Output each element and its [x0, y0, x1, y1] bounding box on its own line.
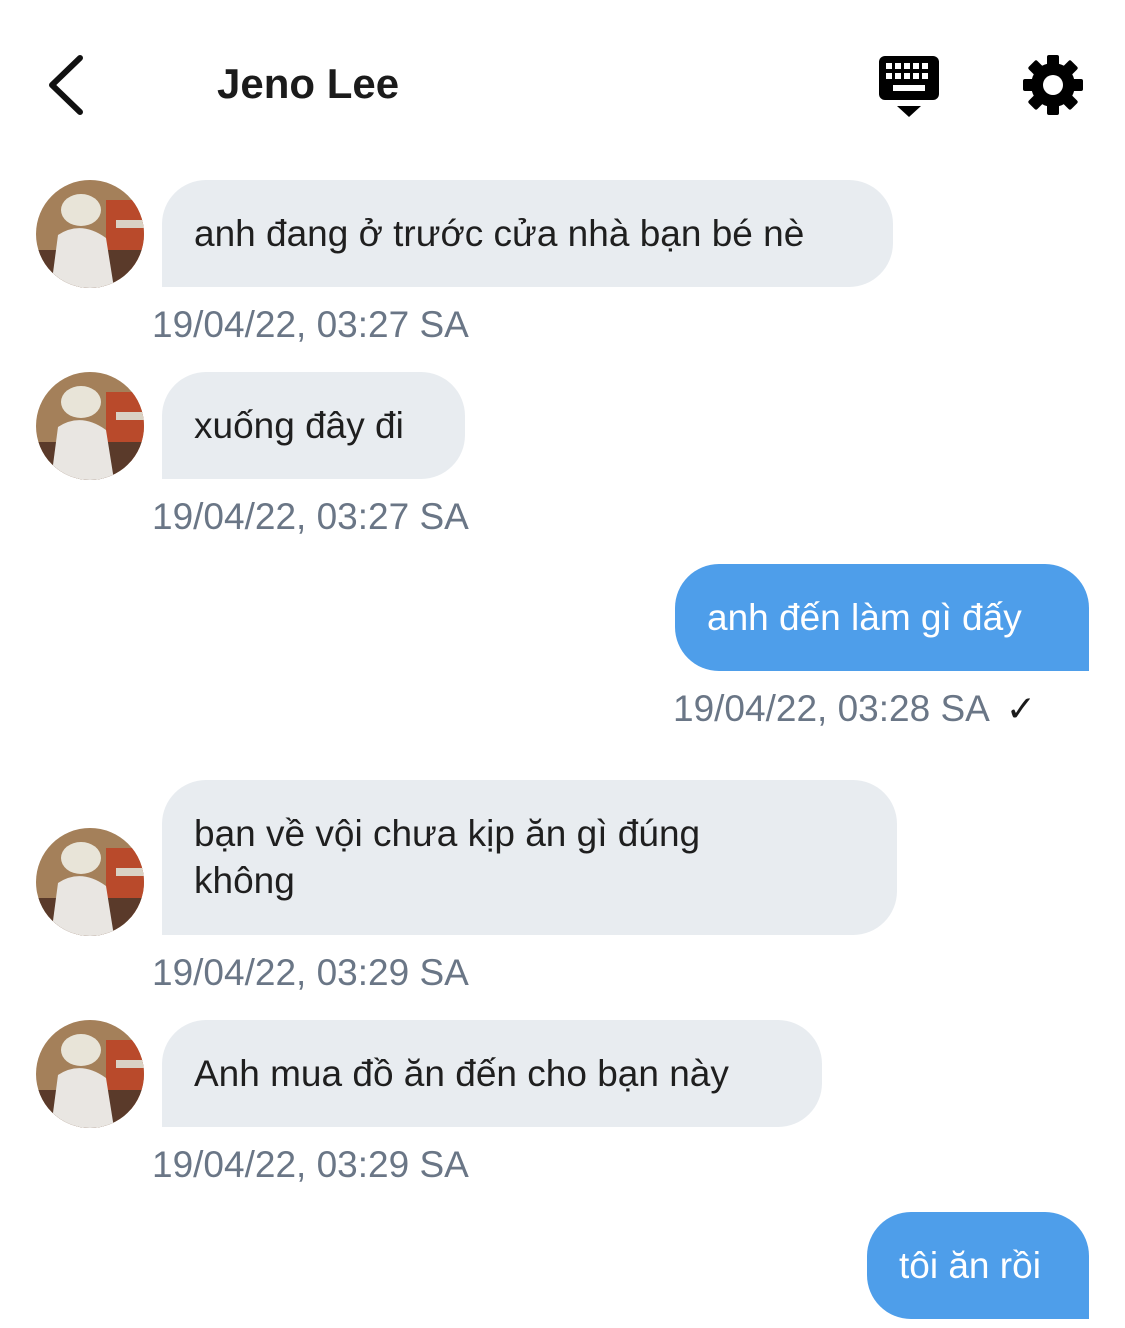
- message-timestamp: 19/04/22, 03:28 SA: [673, 688, 990, 729]
- message-timestamp: 19/04/22, 03:29 SA: [152, 952, 469, 993]
- message-timestamp: 19/04/22, 03:27 SA: [152, 496, 469, 537]
- chevron-left-icon: [49, 55, 83, 115]
- message-text: Anh mua đồ ăn đến cho bạn này: [194, 1053, 729, 1094]
- chat-screen: Jeno Lee anh đang ở trước cửa nhà bạn bé…: [0, 0, 1125, 1328]
- avatar[interactable]: [36, 372, 144, 480]
- avatar[interactable]: [36, 1020, 144, 1128]
- message-bubble-outgoing[interactable]: anh đến làm gì đấy: [675, 564, 1089, 671]
- settings-button[interactable]: [1020, 52, 1086, 118]
- gear-icon: [1023, 55, 1083, 115]
- message-text: xuống đây đi: [194, 405, 404, 446]
- avatar-photo: [36, 180, 144, 288]
- message-bubble-incoming[interactable]: bạn về vội chưa kịp ăn gì đúng không: [162, 780, 897, 935]
- avatar[interactable]: [36, 180, 144, 288]
- back-button[interactable]: [38, 52, 98, 118]
- message-timestamp: 19/04/22, 03:29 SA: [152, 1144, 469, 1185]
- message-text: anh đến làm gì đấy: [707, 597, 1022, 638]
- message-text: anh đang ở trước cửa nhà bạn bé nè: [194, 213, 805, 254]
- keyboard-button[interactable]: [876, 52, 942, 122]
- avatar-photo: [36, 828, 144, 936]
- avatar-photo: [36, 372, 144, 480]
- message-timestamp-row: 19/04/22, 03:28 SA ✓: [673, 687, 1036, 731]
- message-bubble-incoming[interactable]: anh đang ở trước cửa nhà bạn bé nè: [162, 180, 893, 287]
- message-bubble-outgoing[interactable]: tôi ăn rồi: [867, 1212, 1089, 1319]
- sent-check-icon: ✓: [1005, 688, 1036, 729]
- message-text: tôi ăn rồi: [899, 1245, 1041, 1286]
- message-timestamp: 19/04/22, 03:27 SA: [152, 304, 469, 345]
- avatar[interactable]: [36, 828, 144, 936]
- avatar-photo: [36, 1020, 144, 1128]
- message-bubble-incoming[interactable]: Anh mua đồ ăn đến cho bạn này: [162, 1020, 822, 1127]
- keyboard-icon: [879, 56, 939, 117]
- message-bubble-incoming[interactable]: xuống đây đi: [162, 372, 465, 479]
- message-text: bạn về vội chưa kịp ăn gì đúng không: [194, 813, 701, 901]
- contact-name: Jeno Lee: [217, 60, 400, 107]
